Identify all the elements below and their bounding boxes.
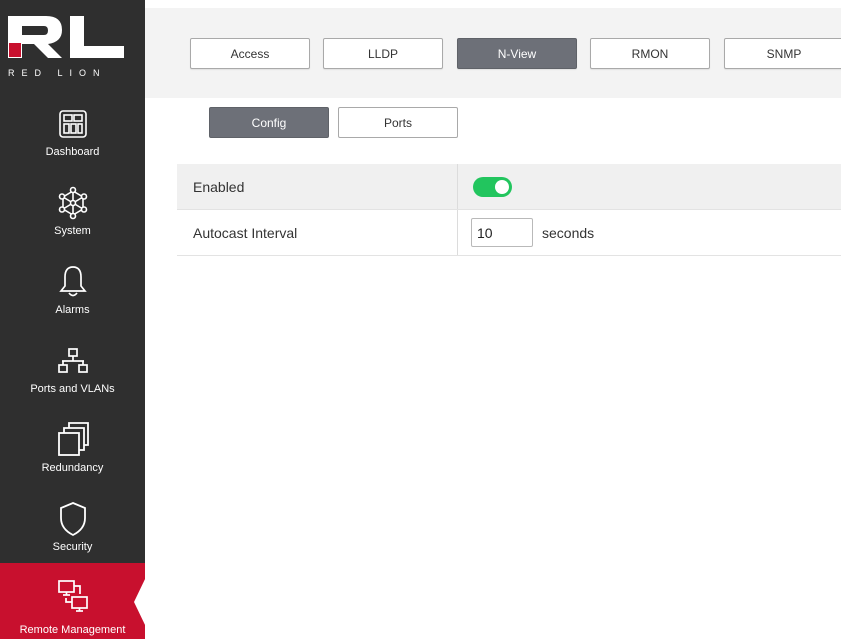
sidebar-item-label: Remote Management bbox=[19, 624, 126, 636]
sidebar-item-label: Dashboard bbox=[45, 146, 100, 158]
enabled-toggle[interactable] bbox=[473, 177, 512, 197]
dashboard-icon bbox=[0, 104, 145, 144]
settings-table: Enabled Autocast Interval seconds bbox=[177, 164, 841, 256]
network-ports-icon bbox=[0, 341, 145, 381]
toggle-knob bbox=[495, 180, 509, 194]
shield-icon bbox=[0, 499, 145, 539]
sidebar-item-redundancy[interactable]: Redundancy bbox=[0, 418, 145, 497]
sidebar-item-label: Ports and VLANs bbox=[30, 383, 115, 395]
bell-icon bbox=[0, 262, 145, 302]
top-tab-bar: Access LLDP N-View RMON SNMP bbox=[145, 8, 841, 98]
sidebar-item-system[interactable]: System bbox=[0, 181, 145, 260]
tab-rmon[interactable]: RMON bbox=[590, 38, 710, 69]
system-network-icon bbox=[0, 183, 145, 223]
setting-row-autocast-interval: Autocast Interval seconds bbox=[177, 210, 841, 256]
autocast-interval-input[interactable] bbox=[471, 218, 533, 247]
unit-label: seconds bbox=[542, 225, 595, 241]
sidebar-item-remote-management[interactable]: Remote Management bbox=[0, 563, 146, 639]
column-divider bbox=[457, 210, 458, 255]
setting-row-enabled: Enabled bbox=[177, 164, 841, 210]
sidebar-item-alarms[interactable]: Alarms bbox=[0, 260, 145, 339]
sidebar-item-dashboard[interactable]: Dashboard bbox=[0, 102, 145, 181]
sidebar-item-label: Alarms bbox=[55, 304, 90, 316]
tab-snmp[interactable]: SNMP bbox=[724, 38, 841, 69]
sidebar-item-label: Security bbox=[52, 541, 93, 553]
red-lion-logo: RED LION bbox=[6, 12, 136, 82]
setting-label: Enabled bbox=[193, 179, 245, 195]
sidebar-item-label: Redundancy bbox=[41, 462, 104, 474]
setting-label: Autocast Interval bbox=[193, 225, 298, 241]
sidebar-item-label: System bbox=[54, 225, 91, 237]
column-divider bbox=[457, 164, 458, 209]
subtab-config[interactable]: Config bbox=[209, 107, 329, 138]
stacked-windows-icon bbox=[0, 420, 145, 460]
subtab-ports[interactable]: Ports bbox=[338, 107, 458, 138]
sidebar: RED LION Dashboard System Alarms Ports a… bbox=[0, 0, 146, 639]
sidebar-item-ports-and-vlans[interactable]: Ports and VLANs bbox=[0, 339, 145, 418]
svg-text:RED LION: RED LION bbox=[8, 68, 107, 78]
tab-access[interactable]: Access bbox=[190, 38, 310, 69]
tab-n-view[interactable]: N-View bbox=[457, 38, 577, 69]
remote-screens-icon bbox=[0, 575, 145, 615]
tab-lldp[interactable]: LLDP bbox=[323, 38, 443, 69]
